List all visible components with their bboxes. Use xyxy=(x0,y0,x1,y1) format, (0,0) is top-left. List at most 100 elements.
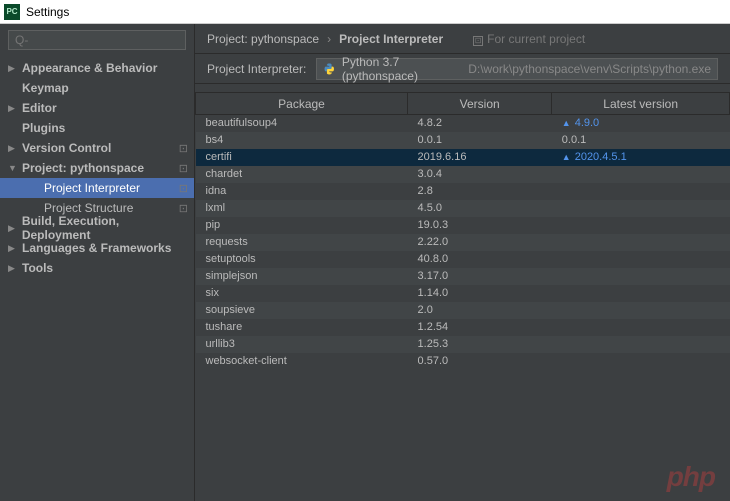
version-cell: 2019.6.16 xyxy=(408,149,552,166)
sidebar-item-languages-frameworks[interactable]: ▶ Languages & Frameworks xyxy=(0,238,194,258)
scope-icon: ⊡ xyxy=(473,36,483,46)
package-table-wrap: PackageVersionLatest version beautifulso… xyxy=(195,84,730,501)
expand-arrow-icon: ▶ xyxy=(8,223,18,234)
sidebar-item-project-pythonspace[interactable]: ▼Project: pythonspace⊡ xyxy=(0,158,194,178)
version-cell: 0.57.0 xyxy=(408,353,552,370)
table-row[interactable]: six1.14.0 xyxy=(196,285,730,302)
table-row[interactable]: certifi2019.6.16▲2020.4.5.1 xyxy=(196,149,730,166)
sidebar-item-label: Plugins xyxy=(22,121,65,135)
latest-cell xyxy=(552,217,730,234)
sidebar: ▶Appearance & BehaviorKeymap▶EditorPlugi… xyxy=(0,24,195,501)
table-row[interactable]: lxml4.5.0 xyxy=(196,200,730,217)
package-cell: requests xyxy=(196,234,408,251)
package-cell: urllib3 xyxy=(196,336,408,353)
update-arrow-icon: ▲ xyxy=(562,152,571,162)
table-row[interactable]: beautifulsoup44.8.2▲4.9.0 xyxy=(196,115,730,132)
column-header[interactable]: Version xyxy=(408,93,552,115)
sidebar-item-version-control[interactable]: ▶Version Control⊡ xyxy=(0,138,194,158)
version-cell: 2.0 xyxy=(408,302,552,319)
titlebar: PC Settings xyxy=(0,0,730,24)
expand-arrow-icon: ▶ xyxy=(8,243,18,254)
package-cell: soupsieve xyxy=(196,302,408,319)
table-row[interactable]: chardet3.0.4 xyxy=(196,166,730,183)
app-icon: PC xyxy=(4,4,20,20)
sidebar-item-build-execution-deployment[interactable]: ▶Build, Execution, Deployment xyxy=(0,218,194,238)
package-cell: pip xyxy=(196,217,408,234)
version-cell: 1.25.3 xyxy=(408,336,552,353)
sidebar-item-label: Project Structure xyxy=(44,201,133,215)
sidebar-item-label: Keymap xyxy=(22,81,69,95)
version-cell: 3.17.0 xyxy=(408,268,552,285)
latest-cell: ▲2020.4.5.1 xyxy=(552,149,730,166)
sidebar-item-label: Languages & Frameworks xyxy=(22,241,171,255)
package-cell: simplejson xyxy=(196,268,408,285)
table-row[interactable]: urllib31.25.3 xyxy=(196,336,730,353)
package-cell: beautifulsoup4 xyxy=(196,115,408,132)
package-cell: six xyxy=(196,285,408,302)
sidebar-item-plugins[interactable]: Plugins xyxy=(0,118,194,138)
table-row[interactable]: tushare1.2.54 xyxy=(196,319,730,336)
sidebar-item-label: Project Interpreter xyxy=(44,181,140,195)
scope-icon: ⊡ xyxy=(179,182,188,195)
table-row[interactable]: soupsieve2.0 xyxy=(196,302,730,319)
scope-icon: ⊡ xyxy=(179,202,188,215)
sidebar-item-project-interpreter[interactable]: Project Interpreter ⊡ xyxy=(0,178,194,198)
breadcrumb-page: Project Interpreter xyxy=(339,32,443,46)
sidebar-item-tools[interactable]: ▶ Tools xyxy=(0,258,194,278)
sidebar-item-editor[interactable]: ▶ Editor xyxy=(0,98,194,118)
breadcrumb-project[interactable]: Project: pythonspace xyxy=(207,32,319,46)
latest-cell xyxy=(552,200,730,217)
table-row[interactable]: pip19.0.3 xyxy=(196,217,730,234)
version-cell: 4.5.0 xyxy=(408,200,552,217)
sidebar-item-label: Editor xyxy=(22,101,57,115)
latest-cell xyxy=(552,336,730,353)
package-cell: websocket-client xyxy=(196,353,408,370)
scope-icon: ⊡ xyxy=(179,142,188,155)
version-cell: 2.22.0 xyxy=(408,234,552,251)
version-cell: 3.0.4 xyxy=(408,166,552,183)
version-cell: 40.8.0 xyxy=(408,251,552,268)
package-cell: certifi xyxy=(196,149,408,166)
latest-cell: ▲4.9.0 xyxy=(552,115,730,132)
package-table: PackageVersionLatest version beautifulso… xyxy=(195,92,730,370)
table-row[interactable]: idna2.8 xyxy=(196,183,730,200)
latest-cell xyxy=(552,251,730,268)
search-input[interactable] xyxy=(8,30,186,50)
latest-cell xyxy=(552,166,730,183)
table-row[interactable]: websocket-client0.57.0 xyxy=(196,353,730,370)
breadcrumb-sep: › xyxy=(327,32,331,46)
table-row[interactable]: bs40.0.10.0.1 xyxy=(196,132,730,149)
latest-cell xyxy=(552,268,730,285)
version-cell: 1.2.54 xyxy=(408,319,552,336)
table-row[interactable]: setuptools40.8.0 xyxy=(196,251,730,268)
latest-cell xyxy=(552,353,730,370)
sidebar-item-keymap[interactable]: Keymap xyxy=(0,78,194,98)
latest-cell xyxy=(552,319,730,336)
expand-arrow-icon: ▶ xyxy=(8,103,18,114)
window-title: Settings xyxy=(26,5,69,19)
sidebar-item-appearance-behavior[interactable]: ▶Appearance & Behavior xyxy=(0,58,194,78)
package-cell: setuptools xyxy=(196,251,408,268)
watermark: php xyxy=(667,461,715,493)
settings-tree: ▶Appearance & BehaviorKeymap▶EditorPlugi… xyxy=(0,56,194,280)
latest-cell xyxy=(552,183,730,200)
sidebar-item-label: Tools xyxy=(22,261,53,275)
version-cell: 1.14.0 xyxy=(408,285,552,302)
expand-arrow-icon: ▶ xyxy=(8,263,18,274)
sidebar-item-label: Appearance & Behavior xyxy=(22,61,157,75)
interpreter-dropdown[interactable]: Python 3.7 (pythonspace) D:\work\pythons… xyxy=(316,58,718,80)
package-cell: tushare xyxy=(196,319,408,336)
scope-hint: ⊡For current project xyxy=(473,32,585,46)
search-wrap xyxy=(0,24,194,56)
table-row[interactable]: simplejson3.17.0 xyxy=(196,268,730,285)
interpreter-label: Project Interpreter: xyxy=(207,62,306,76)
package-cell: idna xyxy=(196,183,408,200)
column-header[interactable]: Latest version xyxy=(552,93,730,115)
version-cell: 19.0.3 xyxy=(408,217,552,234)
sidebar-item-label: Version Control xyxy=(22,141,111,155)
latest-cell xyxy=(552,234,730,251)
version-cell: 0.0.1 xyxy=(408,132,552,149)
package-cell: chardet xyxy=(196,166,408,183)
column-header[interactable]: Package xyxy=(196,93,408,115)
table-row[interactable]: requests2.22.0 xyxy=(196,234,730,251)
